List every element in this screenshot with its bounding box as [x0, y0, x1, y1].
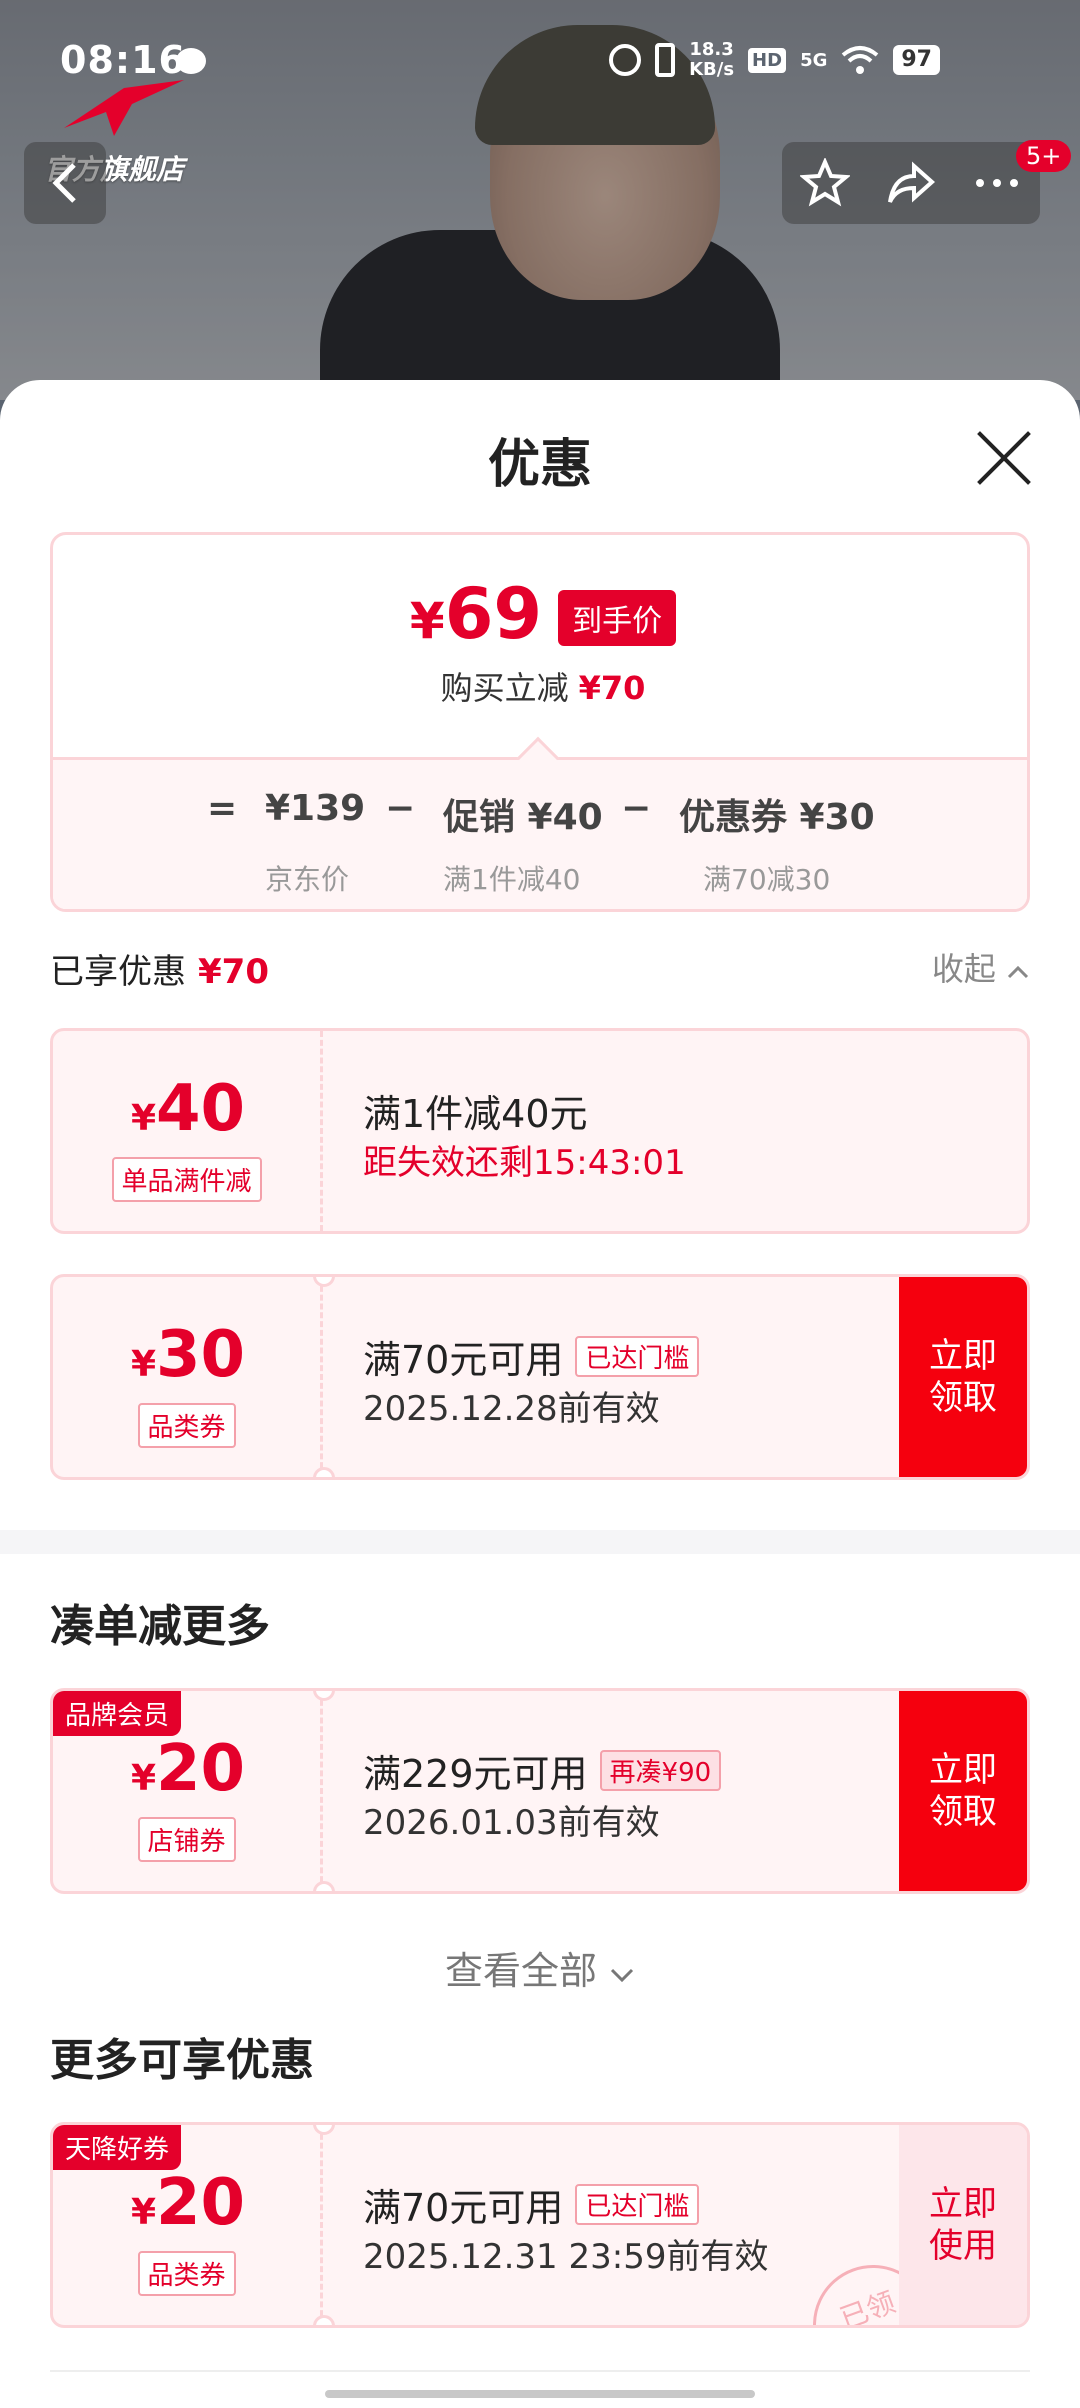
claim-button[interactable]: 立即 领取 [899, 1277, 1027, 1477]
coupon-amount: ¥20 [130, 1732, 246, 1806]
enjoyed-label: 已享优惠 [50, 952, 186, 992]
coupon-notch [313, 2315, 335, 2325]
price-summary-card: ¥69 到手价 购买立减 ¥70 = ¥139 − 促销 ¥40 − 优惠券 ¥3… [50, 532, 1030, 912]
coupon-kind: 品类券 [137, 1403, 236, 1448]
coupon-expiry: 2025.12.31 23:59前有效 [363, 2237, 769, 2277]
claim-button[interactable]: 立即 领取 [899, 1691, 1027, 1891]
coupon-card: ¥20 店铺券 品牌会员 满229元可用 再凑¥90 2026.01.03前有效… [50, 1688, 1030, 1894]
coupon-notch [313, 1881, 335, 1891]
coupon-kind: 店铺券 [137, 1817, 236, 1862]
alarm-icon [609, 44, 642, 76]
threshold-badge: 已达门槛 [575, 1336, 700, 1377]
final-price: ¥69 [409, 573, 543, 655]
collapse-button[interactable]: 收起 [932, 944, 1030, 990]
final-price-tag: 到手价 [558, 589, 677, 646]
more-icon[interactable] [972, 158, 1022, 208]
calc-promo-label: 满1件减40 [443, 863, 581, 896]
calc-jd-price: ¥139 [265, 788, 366, 829]
coupon-kind: 单品满件减 [111, 1157, 262, 1202]
coupon-title: 满70元可用 已达门槛 [363, 2177, 700, 2232]
coupon-card: ¥20 品类券 天降好券 满70元可用 已达门槛 2025.12.31 23:5… [50, 2122, 1030, 2328]
home-indicator[interactable] [325, 2390, 755, 2398]
enjoyed-discount: 已享优惠 ¥70 [50, 944, 269, 993]
reduce-label: 购买立减 [440, 669, 569, 707]
topup-badge: 再凑¥90 [599, 1750, 722, 1791]
network-type: 5G [800, 49, 828, 71]
discount-sheet: 优惠 ¥69 到手价 购买立减 ¥70 = ¥139 − 促销 ¥40 − 优惠券… [0, 380, 1080, 2408]
section-divider [0, 1530, 1080, 1554]
coupon-card: ¥40 单品满件减 满1件减40元 距失效还剩15:43:01 [50, 1028, 1030, 1234]
coupon-title: 满1件减40元 [363, 1092, 588, 1136]
final-price-row: ¥69 到手价 [53, 573, 1027, 656]
calc-coupon-label: 满70减30 [703, 863, 831, 896]
battery-level: 97 [893, 45, 940, 75]
status-time: 08:16 [60, 38, 186, 82]
vibrate-icon [655, 43, 676, 77]
nav-actions [782, 142, 1040, 224]
coupon-corner-tag: 天降好券 [53, 2125, 182, 2170]
message-badge: 5+ [1016, 140, 1072, 172]
back-arrow-icon [52, 163, 76, 203]
hd-badge: HD [748, 47, 787, 73]
star-icon[interactable] [800, 158, 850, 208]
coupon-value-panel: ¥40 单品满件减 [53, 1031, 323, 1231]
chevron-up-icon [1007, 965, 1029, 979]
calc-minus-2: − [621, 788, 652, 829]
coupon-amount: ¥20 [130, 2166, 246, 2240]
coupon-card: ¥30 品类券 满70元可用 已达门槛 2025.12.28前有效 立即 领取 [50, 1274, 1030, 1480]
price-calculation: = ¥139 − 促销 ¥40 − 优惠券 ¥30 京东价 满1件减40 满70… [53, 757, 1027, 909]
coupon-expiry: 2026.01.03前有效 [363, 1803, 660, 1843]
calc-coupon: 优惠券 ¥30 [679, 797, 875, 838]
net-speed-value: 18.3 [689, 39, 734, 60]
section-title-more: 凑单减更多 [50, 1601, 270, 1652]
coupon-value-panel: ¥30 品类券 [53, 1277, 323, 1477]
calc-minus-1: − [385, 788, 416, 829]
share-icon[interactable] [886, 158, 936, 208]
view-all-label: 查看全部 [444, 1949, 597, 1993]
back-button[interactable] [24, 142, 106, 224]
collapse-label: 收起 [931, 950, 996, 988]
reduce-row: 购买立减 ¥70 [53, 663, 1027, 709]
chevron-down-icon [610, 1968, 634, 1983]
chat-bubble-icon [176, 48, 206, 74]
use-button[interactable]: 立即 使用 [899, 2125, 1027, 2325]
net-speed: 18.3 KB/s [689, 40, 734, 80]
coupon-countdown: 距失效还剩15:43:01 [363, 1143, 686, 1183]
coupon-title: 满70元可用 已达门槛 [363, 1329, 700, 1384]
coupon-kind: 品类券 [137, 2251, 236, 2296]
reduce-amount: ¥70 [578, 669, 646, 707]
bottom-divider [50, 2370, 1030, 2372]
net-speed-unit: KB/s [689, 59, 735, 80]
calc-equals: = [207, 788, 238, 829]
coupon-corner-tag: 品牌会员 [53, 1691, 182, 1736]
threshold-badge: 已达门槛 [575, 2184, 700, 2225]
section-title-extra: 更多可享优惠 [50, 2035, 314, 2086]
close-icon[interactable] [974, 428, 1034, 488]
enjoyed-amount: ¥70 [198, 952, 269, 992]
coupon-expiry: 2025.12.28前有效 [363, 1389, 660, 1429]
coupon-amount: ¥30 [130, 1318, 246, 1392]
sheet-title: 优惠 [487, 435, 592, 495]
wifi-icon [841, 45, 879, 75]
coupon-amount: ¥40 [130, 1072, 246, 1146]
view-all-button[interactable]: 查看全部 [0, 1940, 1080, 1995]
coupon-title: 满229元可用 再凑¥90 [363, 1743, 722, 1798]
status-icons: 18.3 KB/s HD 5G 97 [609, 40, 940, 80]
calc-promo: 促销 ¥40 [443, 797, 603, 838]
brand-mark-icon [64, 80, 184, 136]
coupon-notch [313, 1467, 335, 1477]
calc-jd-price-label: 京东价 [265, 863, 350, 896]
